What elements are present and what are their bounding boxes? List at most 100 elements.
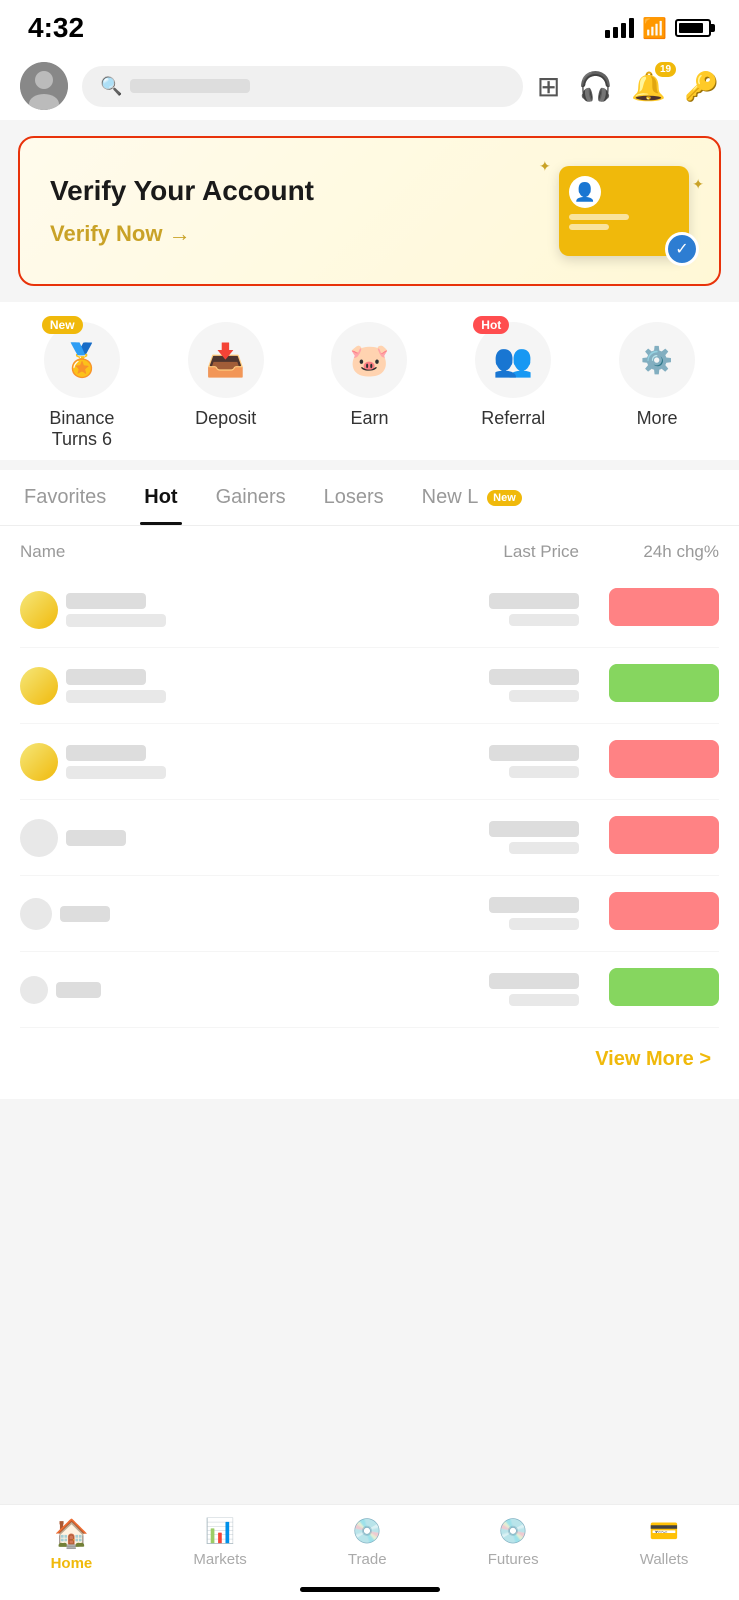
trade-icon: 💿: [352, 1517, 382, 1546]
column-header-name: Name: [20, 542, 300, 562]
search-icon: 🔍: [100, 76, 122, 97]
battery-icon: [675, 19, 711, 37]
column-header-change: 24h chg%: [579, 542, 719, 562]
status-bar: 4:32 📶: [0, 0, 739, 52]
id-card-lines: [569, 214, 679, 230]
coin-name-blurred: [56, 982, 101, 998]
nav-wallets[interactable]: 💳 Wallets: [640, 1517, 689, 1572]
search-bar[interactable]: 🔍: [82, 66, 523, 107]
price-sub-blurred: [509, 918, 579, 930]
table-row[interactable]: [20, 648, 719, 724]
nav-futures-label: Futures: [488, 1551, 539, 1568]
column-header-price: Last Price: [300, 542, 580, 562]
verify-link[interactable]: Verify Now →: [50, 221, 314, 247]
market-tabs: Favorites Hot Gainers Losers New L New: [0, 470, 739, 526]
action-label-earn: Earn: [350, 408, 388, 429]
table-header: Name Last Price 24h chg%: [20, 526, 719, 572]
action-deposit[interactable]: 📥 Deposit: [166, 322, 286, 429]
price-sub-blurred: [509, 614, 579, 626]
change-badge-green: [609, 968, 719, 1006]
price-sub-blurred: [509, 842, 579, 854]
coin-name: [20, 898, 300, 930]
verify-text: Verify Your Account Verify Now →: [50, 175, 314, 247]
view-more-button[interactable]: View More >: [0, 1028, 739, 1099]
price-blurred: [489, 669, 579, 685]
avatar[interactable]: [20, 62, 68, 110]
action-earn[interactable]: 🐷 Earn: [309, 322, 429, 429]
futures-icon: 💿: [498, 1517, 528, 1546]
price-sub-blurred: [509, 994, 579, 1006]
nav-markets[interactable]: 📊 Markets: [193, 1517, 246, 1572]
action-binance-turns-6[interactable]: New 🏅 BinanceTurns 6: [22, 322, 142, 450]
table-row[interactable]: [20, 876, 719, 952]
nav-home[interactable]: 🏠 Home: [51, 1517, 93, 1572]
notification-icon[interactable]: 🔔 19: [631, 70, 666, 103]
bottom-nav: 🏠 Home 📊 Markets 💿 Trade 💿 Futures 💳 Wal…: [0, 1504, 739, 1600]
action-icon-more: ⚙️: [619, 322, 695, 398]
price-blurred: [489, 821, 579, 837]
coin-price: [300, 669, 580, 702]
action-more[interactable]: ⚙️ More: [597, 322, 717, 429]
change-badge-red: [609, 816, 719, 854]
name-placeholder: [20, 819, 300, 857]
nav-trade[interactable]: 💿 Trade: [348, 1517, 387, 1572]
action-referral[interactable]: Hot 👥 Referral: [453, 322, 573, 429]
coin-symbol-blurred: [66, 614, 166, 627]
home-icon: 🏠: [54, 1517, 89, 1550]
sparkle-icon-1: ✦: [539, 158, 551, 175]
coin-change: [579, 664, 719, 707]
price-blurred: [489, 897, 579, 913]
coin-name: [20, 743, 300, 781]
table-row[interactable]: [20, 952, 719, 1028]
tab-new-listings[interactable]: New L New: [418, 470, 526, 525]
table-row[interactable]: [20, 800, 719, 876]
coin-name-blurred: [66, 830, 126, 846]
markets-icon: 📊: [205, 1517, 235, 1546]
coin-icon: [20, 819, 58, 857]
signal-icon: [605, 18, 634, 38]
coin-name: [20, 591, 300, 629]
coin-name-blurred: [66, 669, 146, 685]
expand-icon[interactable]: ⊞: [537, 70, 560, 103]
coin-name-blurred: [66, 745, 146, 761]
verify-illustration: ✦ 👤 ✓ ✦: [559, 166, 689, 256]
support-icon[interactable]: 🎧: [578, 70, 613, 103]
wifi-icon: 📶: [642, 16, 667, 41]
name-placeholder: [20, 898, 300, 930]
header-icons: ⊞ 🎧 🔔 19 🔑: [537, 70, 719, 103]
name-placeholder: [20, 591, 300, 629]
nav-futures[interactable]: 💿 Futures: [488, 1517, 539, 1572]
change-badge-red: [609, 892, 719, 930]
tab-losers[interactable]: Losers: [320, 470, 388, 525]
change-badge-green: [609, 664, 719, 702]
name-placeholder: [20, 976, 300, 1004]
coin-symbol-blurred: [66, 690, 166, 703]
coin-price: [300, 821, 580, 854]
action-icon-deposit: 📥: [188, 322, 264, 398]
status-time: 4:32: [28, 12, 84, 44]
table-row[interactable]: [20, 572, 719, 648]
nav-markets-label: Markets: [193, 1551, 246, 1568]
notification-badge: 19: [655, 62, 676, 77]
table-row[interactable]: [20, 724, 719, 800]
name-placeholder: [20, 667, 300, 705]
coin-price: [300, 745, 580, 778]
price-sub-blurred: [509, 766, 579, 778]
verify-banner[interactable]: Verify Your Account Verify Now → ✦ 👤 ✓ ✦: [18, 136, 721, 286]
coin-change: [579, 968, 719, 1011]
action-icon-referral: Hot 👥: [475, 322, 551, 398]
coin-change: [579, 588, 719, 631]
action-label-binance-turns-6: BinanceTurns 6: [49, 408, 114, 450]
tab-favorites[interactable]: Favorites: [20, 470, 110, 525]
settings-icon[interactable]: 🔑: [684, 70, 719, 103]
coin-change: [579, 740, 719, 783]
coin-name-blurred: [60, 906, 110, 922]
coin-symbol-blurred: [66, 766, 166, 779]
tab-gainers[interactable]: Gainers: [212, 470, 290, 525]
coin-price: [300, 897, 580, 930]
coin-name: [20, 976, 300, 1004]
coin-change: [579, 892, 719, 935]
coin-price: [300, 593, 580, 626]
coin-change: [579, 816, 719, 859]
tab-hot[interactable]: Hot: [140, 470, 181, 525]
